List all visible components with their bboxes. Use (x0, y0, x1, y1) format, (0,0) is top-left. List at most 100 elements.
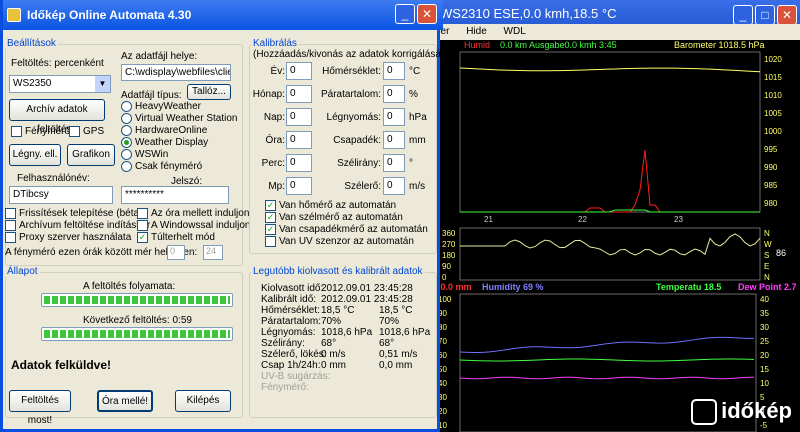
option-checkbox[interactable]: Frissítések telepítése (béta) (5, 208, 145, 220)
filetype-radio[interactable]: HeavyWeather (121, 101, 241, 113)
menu-item-hide[interactable]: Hide (466, 26, 487, 37)
air-pressure-button[interactable]: Légny. ell. (9, 144, 61, 166)
dialog-minimize-button[interactable]: _ (395, 4, 415, 24)
radio-button[interactable] (121, 101, 132, 112)
gps-checkbox[interactable]: GPS (69, 126, 104, 137)
option-checkbox[interactable]: ✓ Túlterhelt mód (137, 232, 247, 244)
sensor-checkbox[interactable]: ✓ Van csapadékmérő az automatán (265, 224, 437, 236)
minimize-button[interactable]: _ (733, 5, 753, 25)
pressure-rain-chart: Humid 0.0 km Ausgabe0.0 kmh 3:45 Baromet… (459, 40, 782, 224)
latest-data-row: Légnyomás: 1018,6 hPa 1018,6 hPa (261, 327, 431, 338)
calibration-input[interactable]: 0 (383, 177, 405, 195)
filetype-radio[interactable]: WSWin (121, 149, 241, 161)
calibration-input[interactable]: 0 (286, 131, 312, 149)
checkbox[interactable] (137, 220, 148, 231)
calibration-input[interactable]: 0 (383, 154, 405, 172)
light-meter-checkbox[interactable]: Fénymérő (11, 126, 70, 137)
checkbox[interactable]: ✓ (137, 232, 148, 243)
latest-data-row: Kalibrált idő: 2012.09.01 23:45:28 (261, 294, 413, 305)
option-checkbox[interactable]: Az óra mellett induljon (137, 208, 249, 220)
hour-from-input[interactable]: 0 (167, 245, 185, 260)
checkbox[interactable] (5, 208, 16, 219)
latest-data-row: Kiolvasott idő: 2012.09.01 23:45:28 (261, 283, 413, 294)
y-tick: W (764, 240, 772, 249)
upload-now-button[interactable]: Feltöltés most! (9, 390, 71, 426)
checkbox[interactable]: ✓ (265, 212, 276, 223)
chart-label-dewpoint: Dew Point 2.7 (738, 282, 797, 292)
option-checks-left: Frissítések telepítése (béta) Archívum fe… (5, 208, 150, 244)
upload-progress-bar (41, 293, 233, 307)
calibration-input[interactable]: 0 (383, 131, 405, 149)
checkbox[interactable]: ✓ (265, 224, 276, 235)
next-upload-progress-bar (41, 327, 233, 341)
checkbox[interactable] (5, 232, 16, 243)
calibration-input[interactable]: 0 (286, 85, 312, 103)
close-button[interactable]: ✕ (777, 5, 797, 25)
checkbox[interactable] (5, 220, 16, 231)
y-tick: 25 (760, 337, 769, 346)
username-input[interactable]: DTibcsy (9, 186, 113, 204)
filetype-radio[interactable]: Virtual Weather Station (121, 113, 241, 125)
sensor-checkbox[interactable]: Van UV szenzor az automatán (265, 236, 437, 248)
calibration-field: Hőmérséklet: 0 °C (315, 62, 439, 85)
hour-to-input[interactable]: 24 (203, 245, 223, 260)
filetype-radio-group: HeavyWeather Virtual Weather Station Hardw… (121, 101, 241, 173)
calibration-field: Óra: 0 (253, 131, 313, 154)
chart-label-humid: Humid (464, 40, 490, 50)
option-checks-right: Az óra mellett induljon A Windowssal indu… (137, 208, 251, 244)
y-tick: 30 (760, 323, 769, 332)
y-tick: 180 (442, 251, 456, 260)
y-tick: 980 (764, 199, 778, 208)
calibration-left-fields: Év: 0 Hónap: 0 Nap: 0 Óra: 0 Perc: 0 Mp: 0 (253, 62, 313, 200)
latest-data-row: Páratartalom: 70% 70% (261, 316, 400, 327)
checkbox[interactable] (137, 208, 148, 219)
calibration-field: Szélerő: 0 m/s (315, 177, 439, 200)
filetype-radio[interactable]: Csak fényméró (121, 161, 241, 173)
calibration-input[interactable]: 0 (286, 154, 312, 172)
y-tick: N (764, 273, 770, 282)
datafile-path-input[interactable]: C:\wdisplay\webfiles\clientr (121, 64, 231, 81)
filetype-radio[interactable]: Weather Display (121, 137, 241, 149)
checkbox[interactable] (265, 236, 276, 247)
calibration-input[interactable]: 0 (383, 108, 405, 126)
radio-button[interactable] (121, 137, 132, 148)
y-tick: 0 (442, 273, 447, 282)
latest-data-row: Szélirány: 68° 68° (261, 338, 395, 349)
browse-button[interactable]: Tallóz... (187, 84, 231, 100)
radio-button[interactable] (121, 161, 132, 172)
filetype-radio[interactable]: HardwareOnline (121, 125, 241, 137)
calibration-input[interactable]: 0 (286, 177, 312, 195)
datafile-label: Az adatfájl helye: (121, 51, 198, 62)
calibration-field: Csapadék: 0 mm (315, 131, 439, 154)
chevron-down-icon[interactable]: ▼ (95, 76, 110, 92)
latest-data-table: Kiolvasott idő: 2012.09.01 23:45:28 Kalibr… (261, 283, 437, 393)
maximize-button[interactable]: □ (755, 5, 775, 25)
graph-button[interactable]: Grafikon (67, 144, 115, 166)
option-checkbox[interactable]: Archívum feltöltése indításkor (5, 220, 150, 232)
option-checkbox[interactable]: A Windowssal induljon (137, 220, 251, 232)
latest-data-legend: Legutóbb kiolvasott és kalibrált adatok (251, 266, 425, 277)
sensor-checkbox[interactable]: ✓ Van szélmérő az automatán (265, 212, 437, 224)
station-select[interactable]: WS2350 ▼ (9, 75, 111, 93)
dialog-close-button[interactable]: ✕ (417, 4, 437, 24)
latest-data-row: Csap 1h/24h: 0 mm 0,0 mm (261, 360, 413, 371)
to-clock-button[interactable]: Óra mellé! (97, 390, 153, 412)
calibration-input[interactable]: 0 (286, 62, 312, 80)
y-tick: 1020 (764, 55, 782, 64)
calibration-input[interactable]: 0 (383, 85, 405, 103)
calibration-input[interactable]: 0 (286, 108, 312, 126)
radio-button[interactable] (121, 125, 132, 136)
archive-upload-button[interactable]: Archív adatok feltöltése (9, 99, 105, 135)
y-tick: E (764, 262, 769, 271)
option-checkbox[interactable]: Proxy szerver használata (5, 232, 145, 244)
settings-legend: Beállítások (5, 38, 58, 49)
exit-button[interactable]: Kilépés (175, 390, 231, 412)
password-input[interactable]: ********** (121, 186, 229, 204)
checkbox[interactable]: ✓ (265, 200, 276, 211)
radio-button[interactable] (121, 113, 132, 124)
sensor-checkbox[interactable]: ✓ Van hőmérő az automatán (265, 200, 437, 212)
calibration-right-fields: Hőmérséklet: 0 °C Páratartalom: 0% Légnyomás:… (315, 62, 439, 200)
menu-item-wdl[interactable]: WDL (504, 26, 526, 37)
radio-button[interactable] (121, 149, 132, 160)
calibration-input[interactable]: 0 (383, 62, 405, 80)
